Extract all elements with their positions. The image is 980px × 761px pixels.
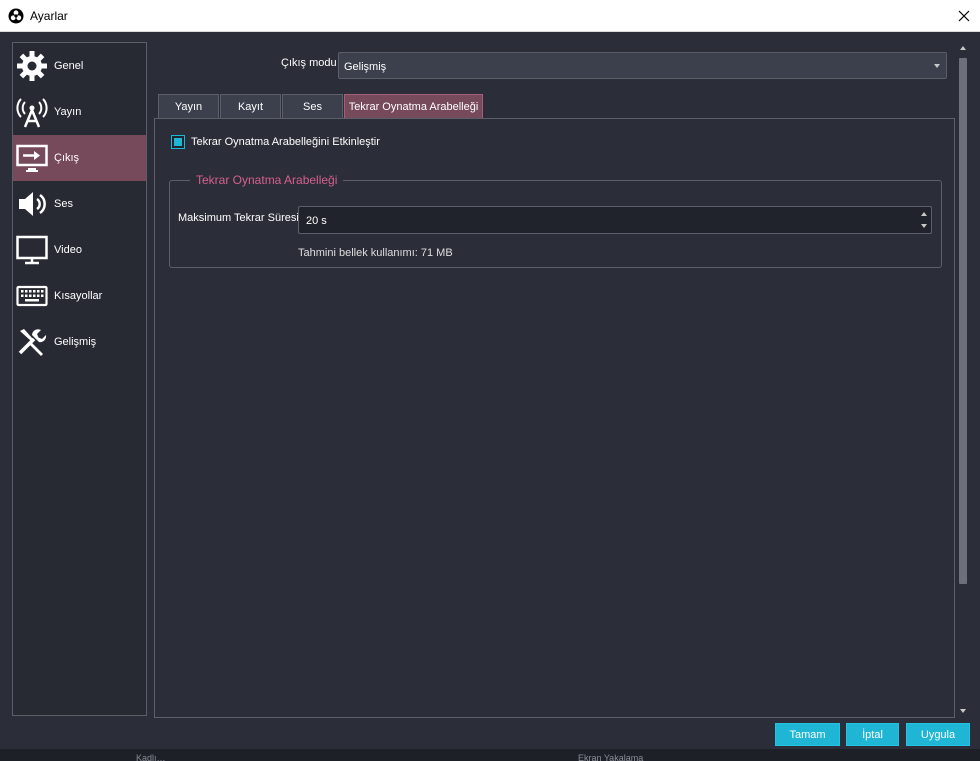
- settings-content: Çıkış modu Gelişmiş Yayın Kayıt Ses Tekr…: [154, 32, 959, 718]
- sidebar-item-general[interactable]: Genel: [13, 43, 146, 89]
- sidebar-item-label: Gelişmiş: [54, 336, 97, 348]
- spin-up-icon[interactable]: [921, 212, 927, 216]
- enable-replay-buffer-label: Tekrar Oynatma Arabelleğini Etkinleştir: [191, 136, 380, 148]
- sidebar-item-stream[interactable]: Yayın: [13, 89, 146, 135]
- tab-label: Kayıt: [237, 100, 264, 113]
- enable-replay-buffer-checkbox[interactable]: [171, 135, 185, 149]
- chevron-down-icon: [934, 64, 940, 68]
- scroll-down-icon[interactable]: [960, 709, 966, 713]
- speaker-icon: [19, 192, 46, 216]
- settings-window: Genel Yayın Çıkış Ses Video Kısayollar G…: [0, 32, 980, 761]
- scrollbar-thumb[interactable]: [959, 58, 967, 584]
- close-icon: [958, 10, 970, 21]
- background-text-right: Ekran Yakalama: [578, 753, 644, 761]
- tab-label: Yayın: [174, 100, 203, 113]
- output-mode-label: Çıkış modu: [281, 57, 337, 69]
- memory-usage-text: Tahmini bellek kullanımı: 71 MB: [298, 247, 453, 259]
- scroll-up-icon[interactable]: [960, 46, 966, 50]
- tab-label: Ses: [303, 100, 322, 113]
- monitor-icon: [16, 235, 48, 265]
- close-button[interactable]: [948, 0, 980, 31]
- replay-buffer-group: Tekrar Oynatma Arabelleği Maksimum Tekra…: [169, 173, 942, 268]
- max-replay-time-value: 20 s: [306, 215, 327, 227]
- title-bar: Ayarlar: [0, 0, 980, 32]
- background-window-strip: Kadlı… Ekran Yakalama: [0, 749, 980, 761]
- sidebar-item-hotkeys[interactable]: Kısayollar: [13, 273, 146, 319]
- sidebar-item-label: Genel: [54, 60, 84, 72]
- output-mode-value: Gelişmiş: [344, 61, 387, 73]
- broadcast-antenna-icon: [16, 98, 48, 128]
- tab-audio[interactable]: Ses: [282, 94, 343, 118]
- tab-replay-buffer[interactable]: Tekrar Oynatma Arabelleği: [344, 94, 483, 118]
- max-replay-time-spinbox[interactable]: 20 s: [298, 206, 932, 234]
- group-title: Tekrar Oynatma Arabelleği: [190, 173, 344, 187]
- vertical-scrollbar[interactable]: [958, 44, 968, 715]
- spin-down-icon[interactable]: [921, 224, 927, 228]
- sidebar-item-output[interactable]: Çıkış: [13, 135, 146, 181]
- replay-buffer-panel: Tekrar Oynatma Arabelleğini Etkinleştir …: [154, 118, 955, 718]
- sidebar-item-label: Yayın: [54, 106, 82, 118]
- apply-button-label: Uygula: [920, 728, 956, 741]
- settings-sidebar: Genel Yayın Çıkış Ses Video Kısayollar G…: [12, 42, 147, 716]
- sidebar-item-label: Video: [54, 244, 82, 256]
- tab-stream[interactable]: Yayın: [158, 94, 219, 118]
- cancel-button-label: İptal: [862, 728, 883, 741]
- tab-recording[interactable]: Kayıt: [220, 94, 281, 118]
- sidebar-item-video[interactable]: Video: [13, 227, 146, 273]
- tools-icon: [18, 329, 47, 356]
- obs-icon: [8, 8, 24, 24]
- sidebar-item-label: Ses: [54, 198, 73, 210]
- keyboard-icon: [16, 285, 48, 307]
- sidebar-item-advanced[interactable]: Gelişmiş: [13, 319, 146, 365]
- cancel-button[interactable]: İptal: [846, 723, 899, 746]
- sidebar-item-label: Çıkış: [54, 152, 80, 164]
- max-replay-time-label: Maksimum Tekrar Süresi: [178, 212, 299, 224]
- gear-icon: [17, 51, 47, 81]
- background-text-left: Kadlı…: [136, 753, 166, 761]
- tab-label: Tekrar Oynatma Arabelleği: [348, 100, 479, 113]
- checkmark-icon: [174, 138, 182, 146]
- apply-button[interactable]: Uygula: [906, 723, 970, 746]
- ok-button[interactable]: Tamam: [775, 723, 840, 746]
- output-mode-select[interactable]: Gelişmiş: [338, 52, 947, 79]
- output-monitor-icon: [16, 144, 48, 172]
- ok-button-label: Tamam: [789, 728, 826, 741]
- sidebar-item-audio[interactable]: Ses: [13, 181, 146, 227]
- sidebar-item-label: Kısayollar: [54, 290, 103, 302]
- window-title: Ayarlar: [30, 9, 68, 23]
- enable-replay-buffer-row: Tekrar Oynatma Arabelleğini Etkinleştir: [171, 135, 380, 149]
